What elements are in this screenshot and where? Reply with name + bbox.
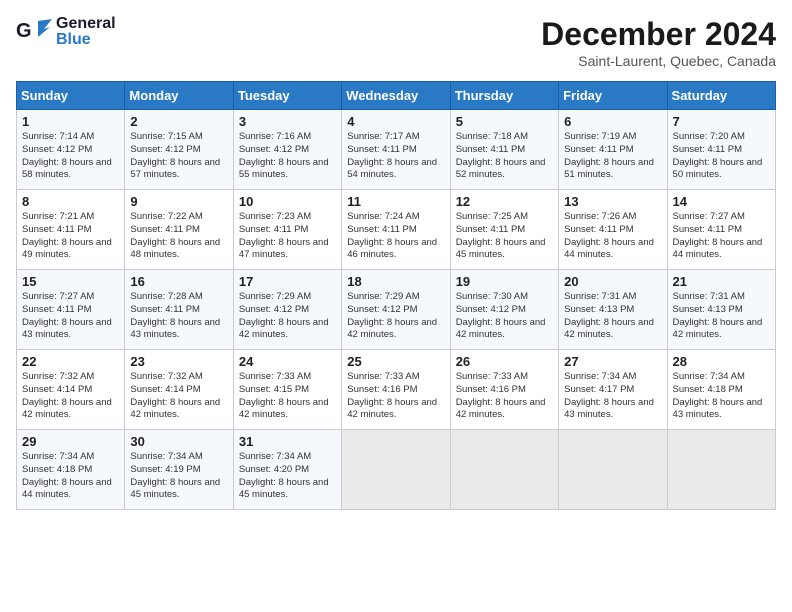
calendar-day-18: 18Sunrise: 7:29 AMSunset: 4:12 PMDayligh…: [342, 270, 450, 350]
weekday-header-monday: Monday: [125, 82, 233, 110]
weekday-header-thursday: Thursday: [450, 82, 558, 110]
weekday-header-sunday: Sunday: [17, 82, 125, 110]
title-area: December 2024 Saint-Laurent, Quebec, Can…: [541, 16, 776, 69]
header: G General Blue December 2024 Saint-Laure…: [16, 16, 776, 69]
svg-text:G: G: [16, 20, 32, 42]
calendar-day-19: 19Sunrise: 7:30 AMSunset: 4:12 PMDayligh…: [450, 270, 558, 350]
calendar-day-7: 7Sunrise: 7:20 AMSunset: 4:11 PMDaylight…: [667, 110, 775, 190]
calendar-empty: [342, 430, 450, 510]
logo-icon: G: [16, 17, 52, 47]
calendar-body: 1Sunrise: 7:14 AMSunset: 4:12 PMDaylight…: [17, 110, 776, 510]
calendar-week-3: 22Sunrise: 7:32 AMSunset: 4:14 PMDayligh…: [17, 350, 776, 430]
calendar-day-12: 12Sunrise: 7:25 AMSunset: 4:11 PMDayligh…: [450, 190, 558, 270]
calendar-day-30: 30Sunrise: 7:34 AMSunset: 4:19 PMDayligh…: [125, 430, 233, 510]
calendar-day-26: 26Sunrise: 7:33 AMSunset: 4:16 PMDayligh…: [450, 350, 558, 430]
weekday-header-tuesday: Tuesday: [233, 82, 341, 110]
calendar-day-9: 9Sunrise: 7:22 AMSunset: 4:11 PMDaylight…: [125, 190, 233, 270]
calendar-day-1: 1Sunrise: 7:14 AMSunset: 4:12 PMDaylight…: [17, 110, 125, 190]
calendar-day-29: 29Sunrise: 7:34 AMSunset: 4:18 PMDayligh…: [17, 430, 125, 510]
calendar-day-17: 17Sunrise: 7:29 AMSunset: 4:12 PMDayligh…: [233, 270, 341, 350]
calendar-week-0: 1Sunrise: 7:14 AMSunset: 4:12 PMDaylight…: [17, 110, 776, 190]
calendar-subtitle: Saint-Laurent, Quebec, Canada: [541, 53, 776, 69]
weekday-header-friday: Friday: [559, 82, 667, 110]
calendar-day-4: 4Sunrise: 7:17 AMSunset: 4:11 PMDaylight…: [342, 110, 450, 190]
calendar-day-11: 11Sunrise: 7:24 AMSunset: 4:11 PMDayligh…: [342, 190, 450, 270]
calendar-day-21: 21Sunrise: 7:31 AMSunset: 4:13 PMDayligh…: [667, 270, 775, 350]
calendar-day-6: 6Sunrise: 7:19 AMSunset: 4:11 PMDaylight…: [559, 110, 667, 190]
calendar-week-2: 15Sunrise: 7:27 AMSunset: 4:11 PMDayligh…: [17, 270, 776, 350]
calendar-table: SundayMondayTuesdayWednesdayThursdayFrid…: [16, 81, 776, 510]
calendar-header-row: SundayMondayTuesdayWednesdayThursdayFrid…: [17, 82, 776, 110]
calendar-day-24: 24Sunrise: 7:33 AMSunset: 4:15 PMDayligh…: [233, 350, 341, 430]
calendar-day-14: 14Sunrise: 7:27 AMSunset: 4:11 PMDayligh…: [667, 190, 775, 270]
calendar-day-13: 13Sunrise: 7:26 AMSunset: 4:11 PMDayligh…: [559, 190, 667, 270]
calendar-day-10: 10Sunrise: 7:23 AMSunset: 4:11 PMDayligh…: [233, 190, 341, 270]
calendar-empty: [450, 430, 558, 510]
calendar-empty: [667, 430, 775, 510]
calendar-day-15: 15Sunrise: 7:27 AMSunset: 4:11 PMDayligh…: [17, 270, 125, 350]
calendar-week-4: 29Sunrise: 7:34 AMSunset: 4:18 PMDayligh…: [17, 430, 776, 510]
calendar-week-1: 8Sunrise: 7:21 AMSunset: 4:11 PMDaylight…: [17, 190, 776, 270]
calendar-day-28: 28Sunrise: 7:34 AMSunset: 4:18 PMDayligh…: [667, 350, 775, 430]
logo-text-line1: General: [56, 16, 116, 32]
weekday-header-wednesday: Wednesday: [342, 82, 450, 110]
calendar-day-3: 3Sunrise: 7:16 AMSunset: 4:12 PMDaylight…: [233, 110, 341, 190]
calendar-title: December 2024: [541, 16, 776, 53]
logo-text-line2: Blue: [56, 32, 116, 48]
calendar-day-16: 16Sunrise: 7:28 AMSunset: 4:11 PMDayligh…: [125, 270, 233, 350]
calendar-day-22: 22Sunrise: 7:32 AMSunset: 4:14 PMDayligh…: [17, 350, 125, 430]
calendar-day-23: 23Sunrise: 7:32 AMSunset: 4:14 PMDayligh…: [125, 350, 233, 430]
calendar-day-5: 5Sunrise: 7:18 AMSunset: 4:11 PMDaylight…: [450, 110, 558, 190]
calendar-empty: [559, 430, 667, 510]
weekday-header-saturday: Saturday: [667, 82, 775, 110]
calendar-day-8: 8Sunrise: 7:21 AMSunset: 4:11 PMDaylight…: [17, 190, 125, 270]
calendar-day-20: 20Sunrise: 7:31 AMSunset: 4:13 PMDayligh…: [559, 270, 667, 350]
calendar-day-27: 27Sunrise: 7:34 AMSunset: 4:17 PMDayligh…: [559, 350, 667, 430]
logo: G General Blue: [16, 16, 116, 48]
calendar-day-2: 2Sunrise: 7:15 AMSunset: 4:12 PMDaylight…: [125, 110, 233, 190]
calendar-day-25: 25Sunrise: 7:33 AMSunset: 4:16 PMDayligh…: [342, 350, 450, 430]
calendar-day-31: 31Sunrise: 7:34 AMSunset: 4:20 PMDayligh…: [233, 430, 341, 510]
